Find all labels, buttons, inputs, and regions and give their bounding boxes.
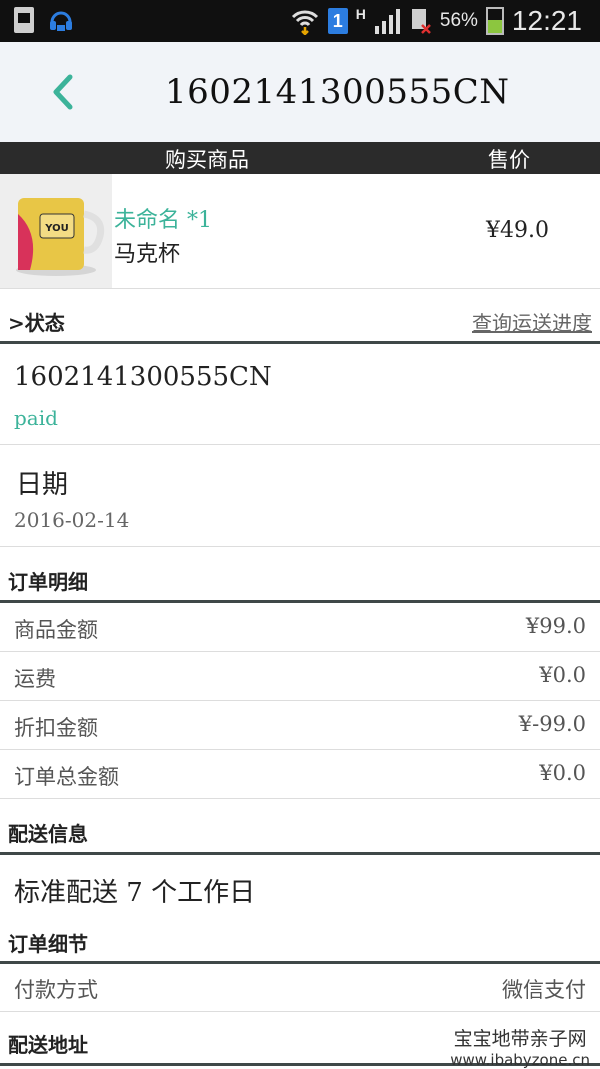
section-divider: [0, 341, 600, 344]
app-bar: 1602141300555CN: [0, 42, 600, 142]
date-value: 2016-02-14: [14, 508, 130, 532]
product-name: 未命名 *1: [114, 208, 212, 233]
svg-text:YOU: YOU: [44, 223, 69, 234]
date-label: 日期: [16, 470, 69, 500]
row-divider: [0, 1011, 600, 1012]
column-price: 售价: [488, 148, 530, 172]
battery-icon: [485, 7, 504, 35]
back-arrow-icon[interactable]: [46, 72, 86, 112]
order-number: 1602141300555CN: [14, 362, 272, 392]
discount-label: 折扣金额: [14, 716, 98, 740]
no-sim-icon: [411, 9, 431, 34]
subtotal-value: ¥99.0: [525, 614, 586, 638]
shipping-fee-label: 运费: [14, 667, 56, 691]
watermark: 宝宝地带亲子网 www.ibabyzone.cn: [450, 1024, 590, 1069]
row-divider: [0, 651, 600, 652]
shipping-fee-value: ¥0.0: [539, 663, 586, 687]
column-product: 购买商品: [165, 148, 249, 172]
mug-thumbnail: YOU: [0, 174, 112, 288]
discount-value: ¥-99.0: [518, 712, 586, 736]
order-detail-heading: 订单明细: [8, 570, 88, 594]
order-state: paid: [14, 406, 58, 430]
battery-percent: 56%: [439, 10, 478, 31]
sd-card-icon: [14, 7, 34, 33]
signal-icon: [374, 9, 400, 34]
section-divider: [0, 600, 600, 603]
row-divider: [0, 749, 600, 750]
order-total-value: ¥0.0: [539, 761, 586, 785]
order-total-label: 订单总金额: [14, 765, 119, 789]
product-table-header: 购买商品 售价: [0, 142, 600, 174]
row-divider: [0, 700, 600, 701]
product-subtitle: 马克杯: [114, 242, 181, 267]
delivery-heading: 配送信息: [8, 822, 88, 846]
track-shipping-link[interactable]: 查询运送进度: [472, 307, 592, 336]
page-title: 1602141300555CN: [165, 72, 510, 112]
status-bar: 1 H 56% 12:21: [0, 0, 600, 42]
payment-method-value: 微信支付: [502, 978, 586, 1002]
network-type: H: [355, 6, 366, 22]
order-info-heading: 订单细节: [8, 932, 88, 956]
watermark-line1: 宝宝地带亲子网: [453, 1028, 587, 1050]
row-divider: [0, 444, 600, 445]
section-divider: [0, 852, 600, 855]
product-row[interactable]: YOU 未命名 *1 马克杯 ¥49.0: [0, 174, 600, 289]
headset-icon: [50, 11, 72, 31]
subtotal-label: 商品金额: [14, 618, 98, 642]
row-divider: [0, 798, 600, 799]
clock: 12:21: [511, 5, 582, 36]
section-divider: [0, 961, 600, 964]
row-divider: [0, 546, 600, 547]
product-price: ¥49.0: [486, 218, 549, 243]
payment-method-label: 付款方式: [14, 978, 98, 1002]
delivery-method: 标准配送 7 个工作日: [14, 878, 256, 908]
wifi-icon: [291, 10, 318, 35]
sim-slot-icon: 1: [327, 8, 348, 34]
watermark-line2: www.ibabyzone.cn: [450, 1051, 590, 1069]
